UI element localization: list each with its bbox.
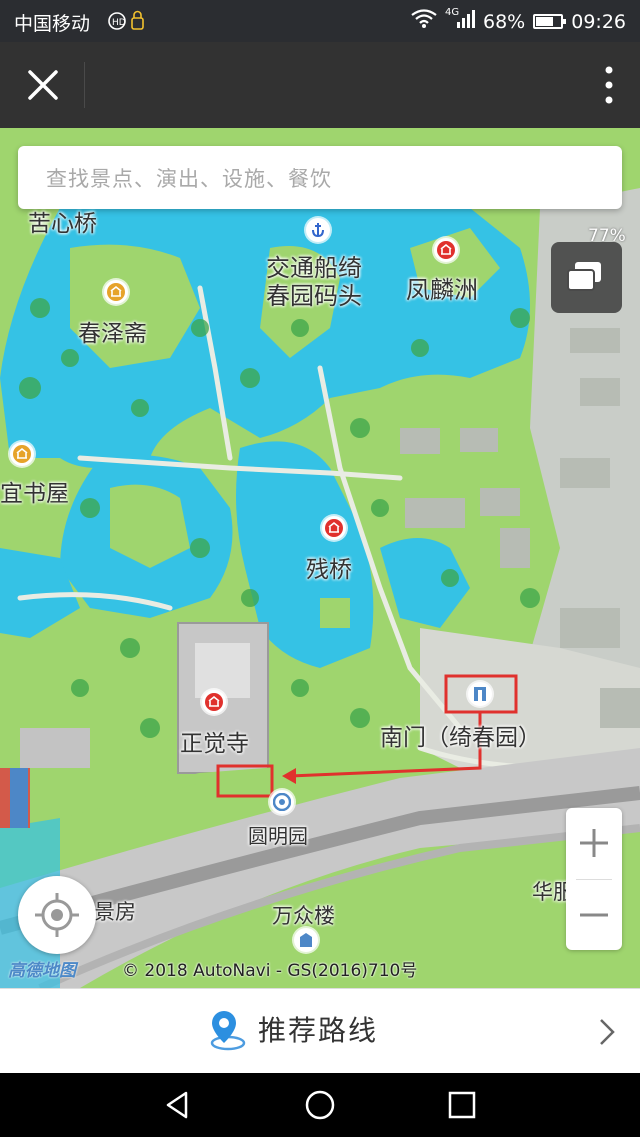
hd-call-icon: HD (108, 10, 148, 37)
pier-icon[interactable] (306, 218, 330, 242)
search-input[interactable] (44, 146, 608, 211)
network-type: 4G (445, 7, 460, 18)
back-button[interactable] (162, 1089, 194, 1121)
more-vertical-icon (605, 66, 613, 104)
map-label: 南门（绮春园） (380, 725, 541, 751)
hall-icon[interactable] (10, 442, 34, 466)
map-label: 残桥 (306, 557, 352, 583)
map-label: 凤麟洲 (406, 276, 478, 304)
hall-icon[interactable] (104, 280, 128, 304)
layers-icon (567, 262, 601, 291)
scenic-spot-icon[interactable] (322, 516, 346, 540)
zoom-control (566, 808, 622, 950)
close-button[interactable] (14, 56, 72, 114)
locate-me-button[interactable] (18, 876, 96, 954)
status-bar: 中国移动 HD 4G 68% 09:26 (0, 0, 640, 42)
crosshair-icon (35, 893, 79, 937)
more-options-button[interactable] (596, 62, 622, 108)
plus-icon (580, 829, 608, 857)
svg-text:HD: HD (112, 18, 126, 28)
map-label: 圆明园 (248, 824, 308, 848)
wifi-icon (411, 9, 437, 34)
home-button[interactable] (304, 1089, 336, 1121)
recent-apps-icon (448, 1091, 476, 1119)
recommended-route-button[interactable]: 推荐路线 (0, 988, 640, 1073)
battery-icon (533, 14, 567, 29)
building-icon[interactable] (294, 928, 318, 952)
webview-toolbar (0, 42, 640, 128)
map-view[interactable]: 77% 苦心桥 交通船绮 春园码头 凤麟洲 春泽斋 宜书屋 残桥 正觉寺 南门（… (0, 128, 640, 988)
map-label: 宜书屋 (0, 481, 69, 507)
recent-apps-button[interactable] (446, 1089, 478, 1121)
layer-switch-button[interactable] (551, 242, 622, 313)
back-icon (166, 1091, 188, 1119)
map-copyright: © 2018 AutoNavi - GS(2016)710号 (122, 961, 418, 981)
zoom-out-button[interactable] (566, 880, 622, 950)
park-icon[interactable] (270, 790, 294, 814)
map-label: 万众楼 (272, 904, 335, 928)
clock: 09:26 (571, 10, 626, 33)
map-logo: 高德地图 (8, 961, 76, 981)
signal-icon: 4G (445, 7, 475, 34)
map-label: 苦心桥 (28, 211, 97, 237)
scenic-spot-icon[interactable] (202, 690, 226, 714)
carrier-name: 中国移动 (14, 13, 91, 35)
system-nav-bar (0, 1073, 640, 1137)
map-label: 春泽斋 (78, 321, 147, 347)
chevron-right-icon (600, 1019, 615, 1045)
close-icon (28, 70, 58, 100)
map-label: 正觉寺 (180, 731, 249, 757)
toolbar-divider (84, 62, 85, 108)
battery-level (536, 17, 553, 26)
route-pin-icon (210, 1011, 246, 1051)
map-label: 交通船绮 春园码头 (266, 254, 362, 310)
minus-icon (580, 913, 608, 917)
search-bar[interactable] (18, 146, 622, 211)
battery-percent: 68% (483, 10, 526, 33)
map-label: 景房 (94, 900, 136, 924)
gate-icon[interactable] (468, 682, 492, 706)
route-label: 推荐路线 (258, 1014, 379, 1047)
scenic-spot-icon[interactable] (434, 238, 458, 262)
home-icon (305, 1090, 335, 1120)
zoom-in-button[interactable] (566, 808, 622, 878)
